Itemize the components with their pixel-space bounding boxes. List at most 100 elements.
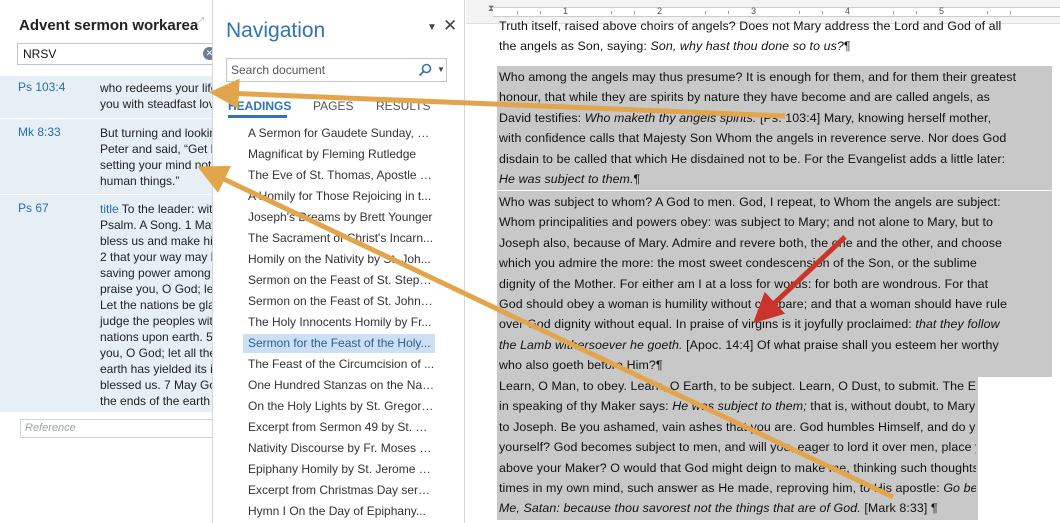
bible-version-field[interactable]: NRSV ✕ bbox=[17, 43, 212, 65]
paragraph-line: the angels as Son, saying: Son, why hast… bbox=[499, 36, 1050, 56]
heading-item[interactable]: On the Holy Lights by St. Gregory... bbox=[243, 397, 435, 416]
search-icon[interactable] bbox=[417, 62, 433, 78]
pilcrow: ¶ bbox=[633, 172, 641, 187]
heading-item[interactable]: Excerpt from Christmas Day serm... bbox=[243, 481, 435, 500]
heading-item[interactable]: The Sacrament of Christ's Incarn... bbox=[243, 229, 435, 248]
paragraph-line: God should obey a woman is humility with… bbox=[499, 297, 1007, 312]
heading-item[interactable]: The Feast of the Circumcision of ... bbox=[243, 355, 435, 374]
ruler-tick bbox=[1010, 11, 1011, 14]
heading-item[interactable]: Hymn I On the Day of Epiphany... bbox=[243, 502, 435, 521]
document-paragraph-highlighted[interactable]: Learn, O Man, to obey. Learn, O Earth, t… bbox=[497, 375, 978, 520]
heading-item[interactable]: Epiphany Homily by St. Jerome o... bbox=[243, 460, 435, 479]
paragraph-line: Who among the angels may thus presume? I… bbox=[499, 70, 1017, 84]
document-paragraph-highlighted[interactable]: Who among the angels may thus presume? I… bbox=[497, 66, 1052, 191]
passage-line: human things.” bbox=[100, 174, 180, 188]
passage-text: title To the leader: with stringed instr… bbox=[100, 201, 212, 409]
paragraph-line: Joseph also, because of Mary. Admire and… bbox=[499, 235, 1003, 250]
heading-item[interactable]: Excerpt from Sermon 49 by St. Be... bbox=[243, 418, 435, 437]
reference-input[interactable]: Reference bbox=[20, 419, 212, 438]
passage-line: 2 that your way may be known upon earth,… bbox=[100, 250, 212, 264]
heading-item[interactable]: Homily on the Nativity by St. Joh... bbox=[243, 250, 435, 269]
heading-item[interactable]: The Holy Innocents Homily by Fr... bbox=[243, 313, 435, 332]
passage-row[interactable]: Ps 67 title To the leader: with stringed… bbox=[0, 201, 212, 411]
document-paragraph[interactable]: Truth itself, raised above choirs of ang… bbox=[497, 15, 1052, 58]
paragraph-line: Me, Satan: because thou savorest not the… bbox=[499, 498, 976, 518]
passage-text: who redeems your life from the Pit, you … bbox=[100, 80, 212, 112]
passage-line: setting your mind not on divine things b… bbox=[100, 158, 212, 172]
divider bbox=[0, 118, 212, 119]
document-editor[interactable]: ⧗ 1 2 3 4 5 Truth itself, raised above c… bbox=[466, 0, 1060, 523]
pane-options-icon[interactable]: ▼ bbox=[427, 22, 437, 33]
paragraph-line: yourself? God becomes subject to men, an… bbox=[499, 440, 976, 455]
reference-placeholder: Reference bbox=[25, 422, 76, 434]
passage-line: who redeems your life from the Pit, bbox=[100, 81, 212, 95]
paragraph-line: Learn, O Man, to obey. Learn, O Earth, t… bbox=[499, 379, 976, 393]
italic-text: that they follow bbox=[915, 317, 1000, 332]
navigation-pane: Navigation ▼ ✕ ▼ HEADINGS PAGES RESULTS … bbox=[212, 0, 465, 523]
heading-item-selected[interactable]: Sermon for the Feast of the Holy... bbox=[243, 334, 435, 353]
search-box[interactable]: ▼ bbox=[226, 58, 447, 82]
ruler-tick bbox=[987, 11, 988, 14]
paragraph-line: honour, that while they are spirits by n… bbox=[499, 90, 990, 105]
divider bbox=[0, 194, 212, 195]
passage-line: Psalm. A Song. 1 May God be gracious to … bbox=[100, 218, 212, 232]
heading-item[interactable]: The Eve of St. Thomas, Apostle b... bbox=[243, 166, 435, 185]
search-options-icon[interactable]: ▼ bbox=[437, 65, 445, 74]
heading-item[interactable]: A Homily for Those Rejoicing in t... bbox=[243, 187, 435, 206]
italic-text: He was subject to them. bbox=[499, 172, 634, 187]
passage-line: bless us and make his face to shine upon… bbox=[100, 234, 212, 248]
passage-row[interactable]: Mk 8:33 But turning and looking at his d… bbox=[0, 125, 212, 191]
active-tab-indicator bbox=[228, 115, 287, 118]
heading-item[interactable]: One Hundred Stanzas on the Nati... bbox=[243, 376, 435, 395]
paragraph-line: with confidence calls that Majesty Son W… bbox=[499, 131, 1007, 146]
text-run: David testifies: bbox=[499, 110, 585, 125]
tab-pages[interactable]: PAGES bbox=[313, 99, 353, 113]
ruler-tick bbox=[517, 11, 518, 14]
italic-text: Go behind bbox=[943, 481, 976, 496]
ruler-tick bbox=[634, 11, 635, 14]
clear-icon[interactable]: ✕ bbox=[203, 47, 212, 60]
ruler-tick bbox=[822, 11, 823, 14]
passage-row[interactable]: Ps 103:4 who redeems your life from the … bbox=[0, 80, 212, 120]
ruler-tick bbox=[799, 11, 800, 14]
heading-item[interactable]: Magnificat by Fleming Rutledge bbox=[243, 145, 435, 164]
passage-reference[interactable]: Mk 8:33 bbox=[18, 125, 61, 139]
heading-item[interactable]: Sermon on the Feast of St. John t... bbox=[243, 292, 435, 311]
passage-reference[interactable]: Ps 67 bbox=[18, 201, 49, 215]
paragraph-line: Whom principalities and powers obey: was… bbox=[499, 215, 994, 230]
text-run: times in my own mind, such answer as He … bbox=[499, 481, 944, 496]
text-run: that is, without doubt, to Mary and bbox=[810, 399, 976, 414]
document-paragraph-highlighted[interactable]: Who was subject to whom? A God to men. G… bbox=[497, 191, 1052, 377]
navigation-title: Navigation bbox=[226, 19, 326, 42]
passage-reference[interactable]: Ps 103:4 bbox=[18, 80, 65, 94]
paragraph-line: over God dignity without equal. In prais… bbox=[499, 314, 1050, 334]
italic-text: Who maketh thy angels spirits. bbox=[584, 110, 757, 125]
title-label: title bbox=[100, 202, 119, 216]
passage-text: But turning and looking at his disciples… bbox=[100, 125, 212, 189]
heading-item[interactable]: Nativity Discourse by Fr. Moses S... bbox=[243, 439, 435, 458]
passage-line: you with steadfast love and mercy, bbox=[100, 97, 212, 111]
title-text: To the leader: with stringed instruments… bbox=[121, 202, 212, 216]
pilcrow: ¶ bbox=[843, 39, 851, 54]
tab-headings[interactable]: HEADINGS bbox=[228, 99, 291, 113]
pin-icon[interactable]: ⤢ bbox=[196, 16, 204, 27]
tab-results[interactable]: RESULTS bbox=[376, 99, 430, 113]
heading-item[interactable]: A Sermon for Gaudete Sunday, D... bbox=[243, 124, 435, 143]
passage-line: title To the leader: with stringed instr… bbox=[100, 201, 212, 217]
paragraph-line: the Lamb withersoever he goeth. [Apoc. 1… bbox=[499, 335, 1050, 355]
heading-item[interactable]: Joseph's Dreams by Brett Younger bbox=[243, 208, 435, 227]
text-run: over God dignity without equal. In prais… bbox=[499, 317, 916, 332]
search-input[interactable] bbox=[227, 59, 413, 81]
text-run: in speaking of thy Maker says: bbox=[499, 399, 673, 414]
passage-line: earth has yielded its increase; God, our… bbox=[100, 362, 212, 376]
paragraph-line: dignity of the Mother. For either am I a… bbox=[499, 276, 989, 291]
close-icon[interactable]: ✕ bbox=[443, 16, 457, 36]
paragraph-line: times in my own mind, such answer as He … bbox=[499, 478, 976, 498]
paragraph-line: to Joseph. Be you ashamed, vain ashes th… bbox=[499, 419, 976, 434]
heading-item[interactable]: Sermon on the Feast of St. Steph... bbox=[243, 271, 435, 290]
paragraph-line: David testifies: Who maketh thy angels s… bbox=[499, 108, 1050, 128]
text-run: the angels as Son, saying: bbox=[499, 39, 651, 54]
passage-line: judge the peoples with equity and guide … bbox=[100, 314, 212, 328]
italic-text: Son, why hast thou done so to us? bbox=[650, 39, 844, 54]
passage-line: blessed us. 7 May God continue to bless … bbox=[100, 378, 212, 392]
